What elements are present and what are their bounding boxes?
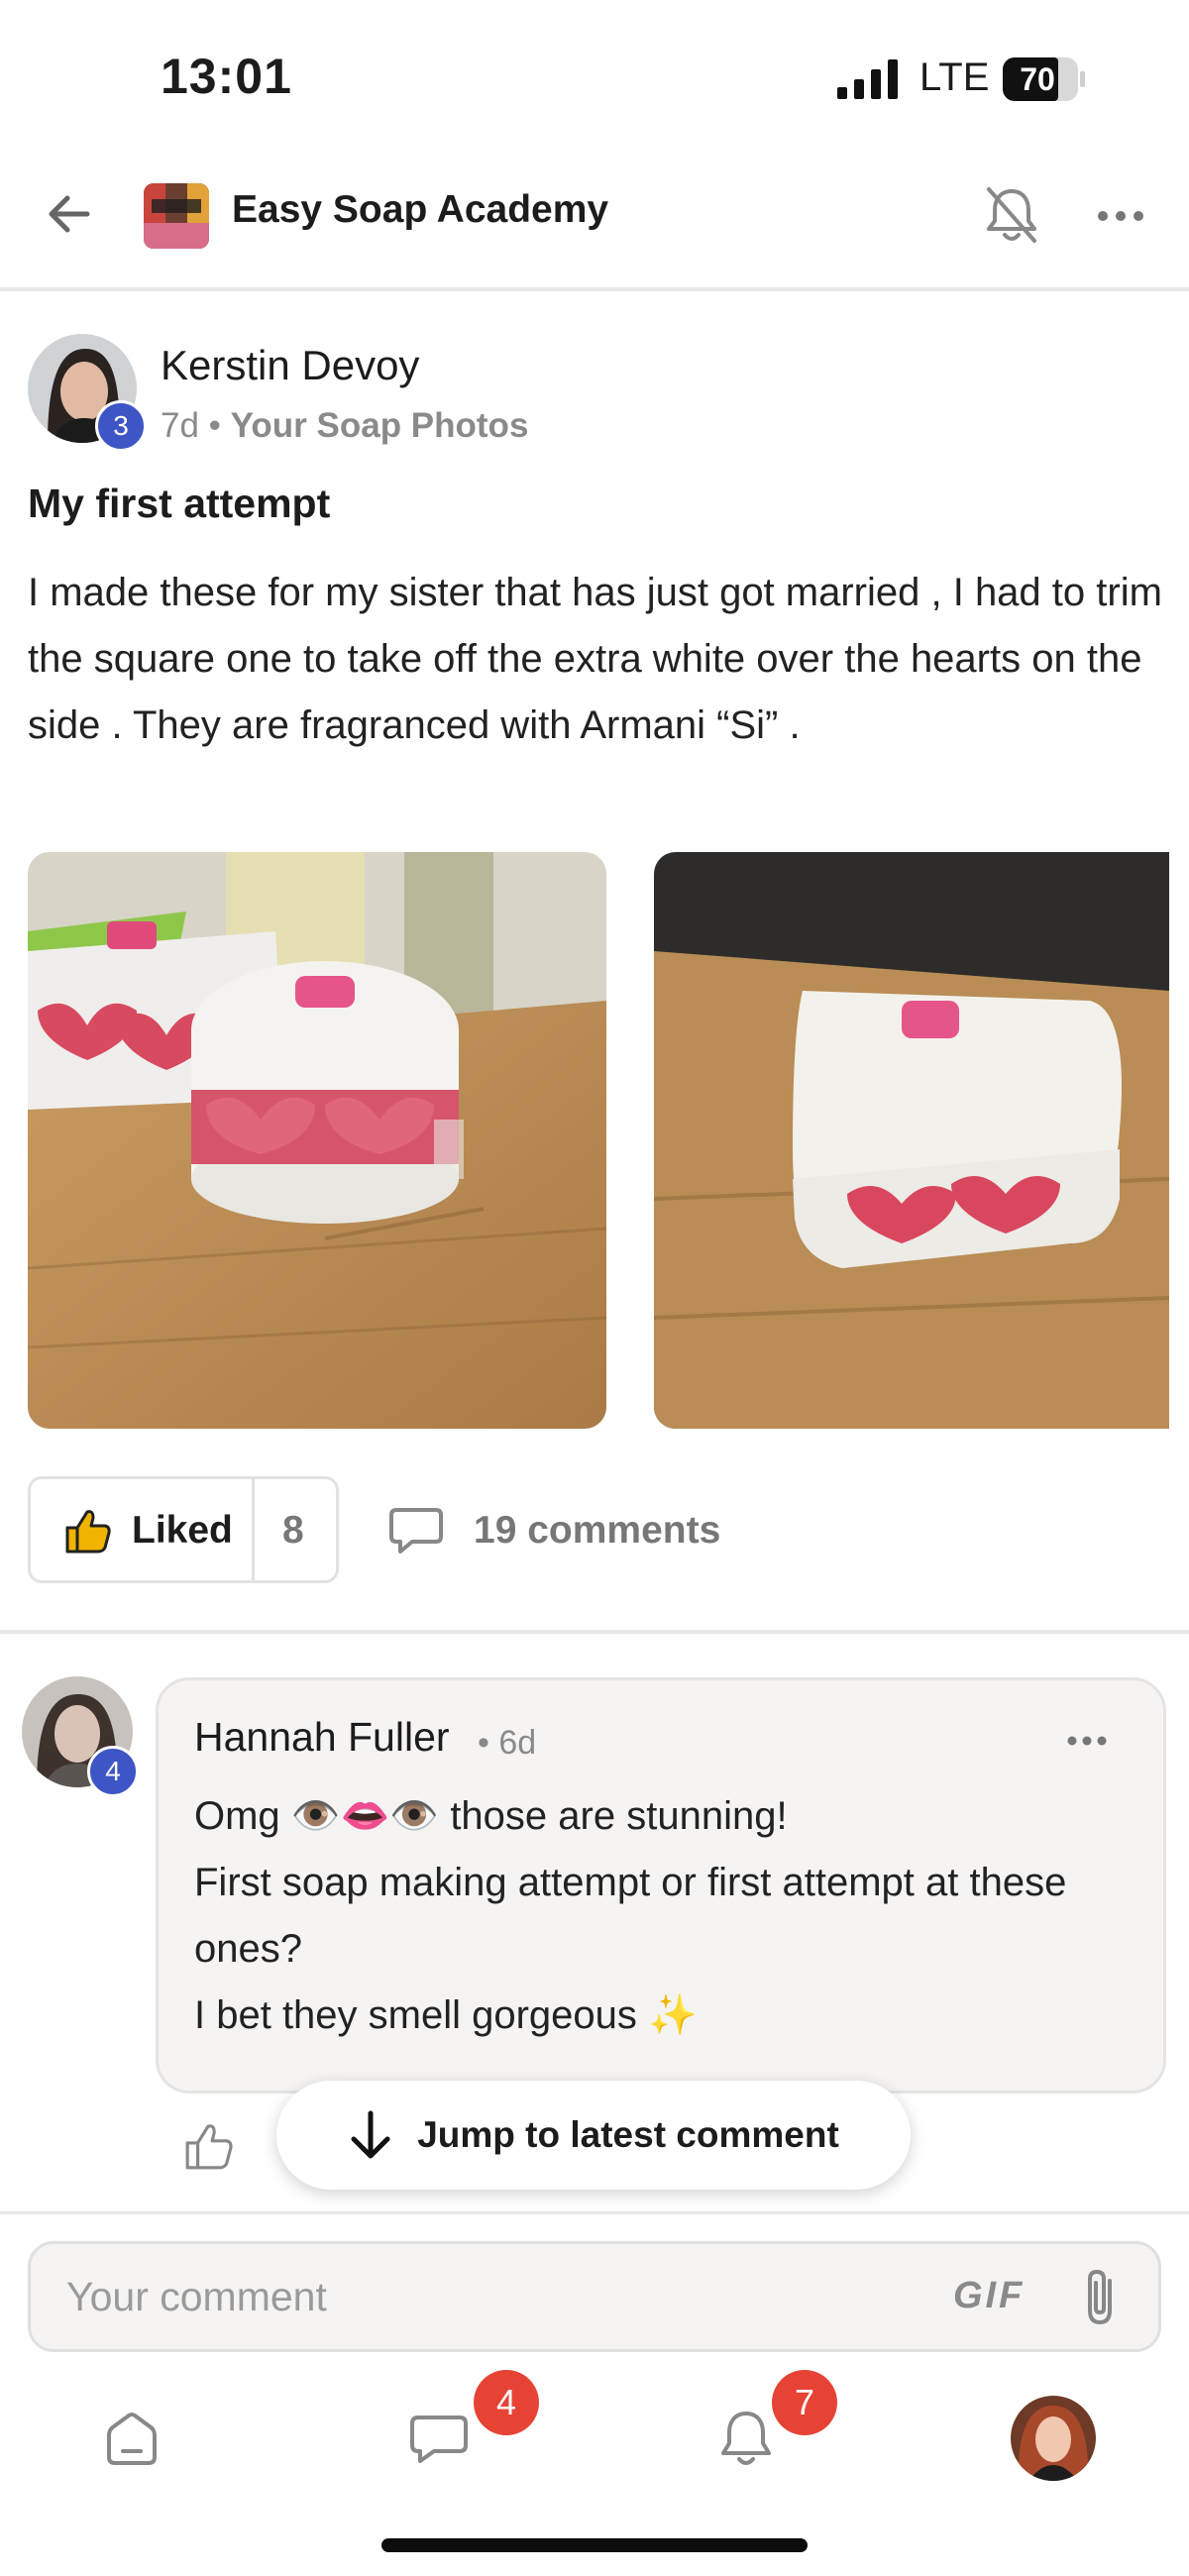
composer-divider (0, 2211, 1189, 2214)
gif-button[interactable]: GIF (953, 2275, 1025, 2317)
post-photo-2[interactable] (654, 852, 1169, 1429)
battery-level: 70 (1020, 60, 1055, 97)
header-divider (0, 287, 1189, 291)
notifications-unread-badge: 7 (772, 2370, 837, 2435)
notifications-tab-icon[interactable] (713, 2406, 779, 2471)
paperclip-icon[interactable] (1080, 2267, 1120, 2328)
back-arrow-icon[interactable] (42, 186, 97, 242)
author-level-badge: 3 (95, 400, 147, 452)
comment-bubble-icon[interactable] (388, 1506, 444, 1556)
commenter-level-badge: 4 (87, 1746, 139, 1797)
group-avatar[interactable] (144, 183, 209, 249)
battery-icon: 70 (1003, 57, 1085, 101)
group-title[interactable]: Easy Soap Academy (232, 188, 608, 232)
author-name[interactable]: Kerstin Devoy (161, 342, 419, 389)
like-count[interactable]: 8 (282, 1509, 304, 1553)
signal-icon (837, 59, 898, 99)
post-photo-1[interactable] (28, 852, 606, 1429)
post-meta: 7d • Your Soap Photos (161, 406, 528, 446)
status-time: 13:01 (161, 49, 292, 104)
meta-separator: • (208, 406, 231, 445)
jump-to-latest-button[interactable]: Jump to latest comment (276, 2081, 911, 2190)
chat-tab-icon[interactable] (406, 2406, 472, 2471)
home-tab-icon[interactable] (99, 2406, 164, 2471)
section-divider (0, 1630, 1189, 1634)
post-body: I made these for my sister that has just… (28, 571, 1162, 747)
like-label[interactable]: Liked (132, 1509, 233, 1553)
home-indicator (381, 2538, 808, 2552)
network-label: LTE (919, 55, 990, 99)
chat-unread-badge: 4 (474, 2370, 539, 2435)
comment-age: • 6d (478, 1724, 537, 1762)
comments-count[interactable]: 19 comments (474, 1509, 720, 1553)
post-category[interactable]: Your Soap Photos (231, 406, 529, 445)
thumbs-up-icon[interactable] (63, 1506, 113, 1556)
bell-off-icon[interactable] (981, 183, 1042, 247)
profile-tab-avatar[interactable] (1011, 2396, 1096, 2481)
comment-text: Omg 👁️👄👁️ those are stunning! First soap… (194, 1794, 1067, 2037)
post-age: 7d (161, 406, 199, 445)
comment-like-icon[interactable] (183, 2120, 235, 2172)
jump-to-latest-label: Jump to latest comment (417, 2114, 839, 2155)
more-options-icon[interactable] (1095, 198, 1146, 234)
comment-more-icon[interactable] (1065, 1726, 1109, 1756)
arrow-down-icon (351, 2110, 390, 2159)
commenter-name[interactable]: Hannah Fuller (194, 1714, 450, 1761)
post-title: My first attempt (28, 481, 331, 526)
like-divider (252, 1479, 255, 1580)
